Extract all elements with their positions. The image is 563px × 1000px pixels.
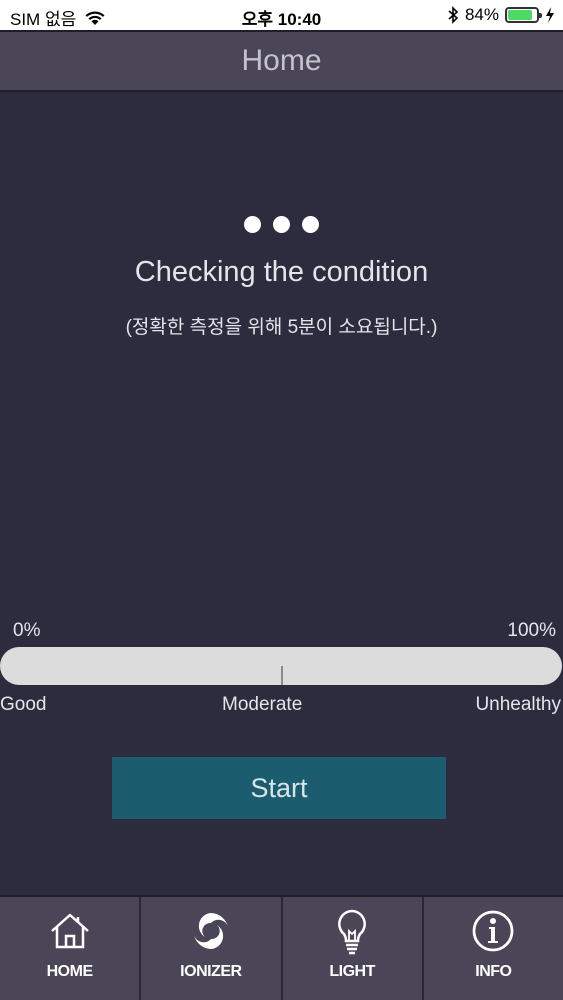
tab-bar: HOME IONIZER LIGHT INFO	[0, 895, 563, 1000]
gauge-marker	[281, 666, 283, 685]
status-title: Checking the condition	[134, 256, 429, 288]
gauge-max-label: 100%	[507, 620, 556, 641]
battery-fill	[508, 10, 532, 20]
charging-bolt-icon	[546, 7, 554, 23]
ionizer-icon	[193, 913, 228, 949]
gauge-label-unhealthy: Unhealthy	[475, 694, 561, 715]
battery-percent: 84%	[464, 5, 499, 24]
lightbulb-icon	[338, 909, 367, 955]
tab-ionizer[interactable]: IONIZER	[141, 897, 283, 1000]
status-subtitle: (정확한 측정을 위해 5분이 소요됩니다.)	[125, 317, 438, 338]
info-icon	[472, 910, 514, 952]
loading-dot	[273, 216, 290, 233]
loading-dot	[302, 216, 319, 233]
bluetooth-icon	[448, 6, 459, 24]
page-title: Home	[241, 44, 322, 77]
loading-dot	[244, 216, 261, 233]
tab-home[interactable]: HOME	[0, 897, 142, 1000]
gauge-min-label: 0%	[13, 620, 41, 641]
air-quality-gauge	[0, 647, 562, 685]
start-button[interactable]: Start	[112, 757, 446, 819]
battery-icon	[505, 7, 542, 23]
tab-light[interactable]: LIGHT	[283, 897, 424, 1000]
tab-label: LIGHT	[329, 963, 375, 980]
tab-label: INFO	[475, 963, 512, 980]
tab-info[interactable]: INFO	[424, 897, 563, 1000]
status-right: 84%	[447, 5, 555, 25]
gauge-label-moderate: Moderate	[222, 694, 303, 715]
home-icon	[50, 913, 89, 949]
nav-header: Home	[0, 30, 563, 92]
gauge-label-good: Good	[0, 694, 47, 715]
loading-indicator	[0, 216, 563, 233]
tab-label: HOME	[46, 963, 94, 980]
tab-label: IONIZER	[180, 963, 242, 980]
status-bar: SIM 없음 오후 10:40 84%	[0, 0, 563, 30]
